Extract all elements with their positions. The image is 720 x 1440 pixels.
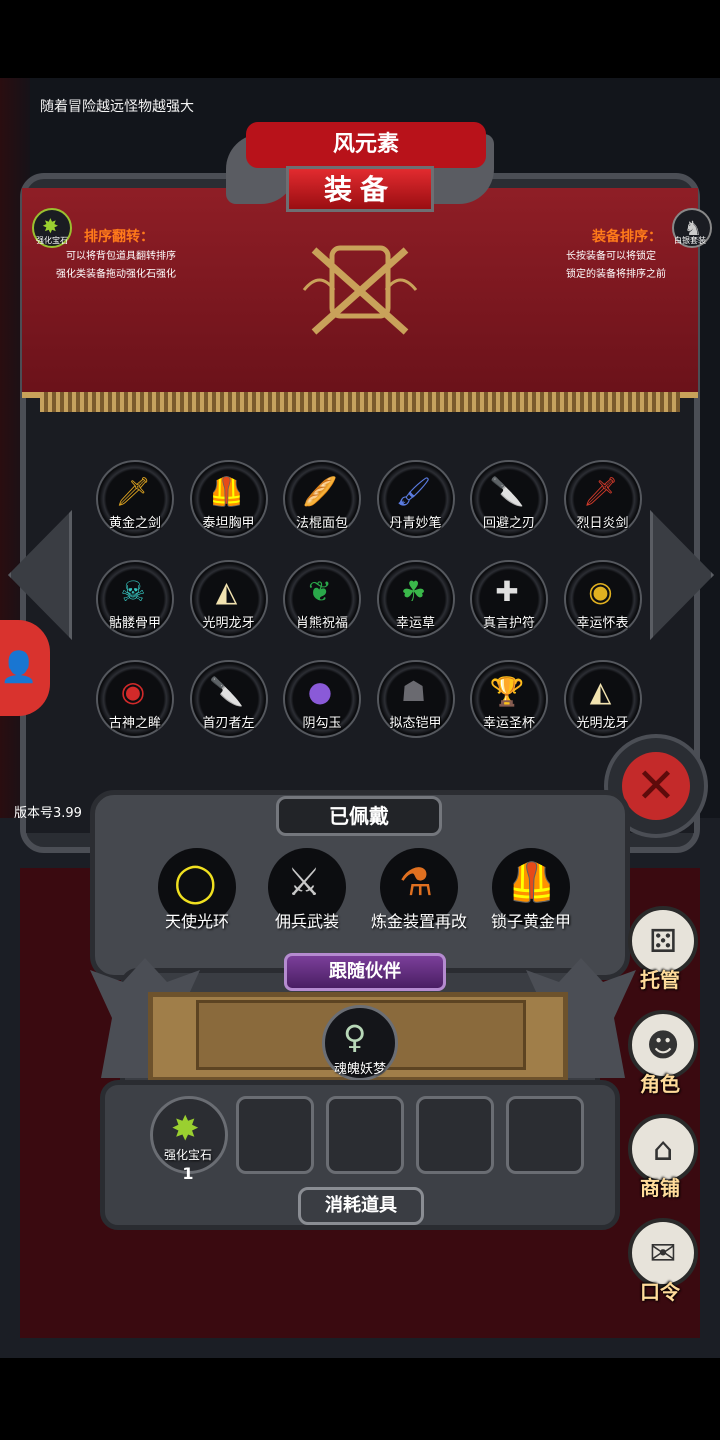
consumable-slot-1-count: 1 [182,1164,194,1183]
inventory-item-label: 光明龙牙 [576,716,629,731]
equipped-title: 已佩戴 [276,796,442,836]
inventory-item-label: 肖熊祝福 [295,616,348,631]
ancient-god-eye-icon: ◉ [120,675,146,708]
equip-sort-line1: 长按装备可以将锁定 [566,251,656,262]
inventory-item-label: 阴勾玉 [302,716,342,731]
consumable-slot-4[interactable] [416,1096,494,1174]
inventory-item-label: 幸运怀表 [576,616,629,631]
consumable-slot-5[interactable] [506,1096,584,1174]
version-label: 版本号3.99 [14,806,82,821]
inventory-item-label: 幸运草 [395,616,435,631]
silver-set-corner-label: 白银套装 [674,236,706,245]
user-avatar-button[interactable]: 👤 [0,620,50,716]
inventory-item-light-dragon-fang[interactable]: ◭ 光明龙牙 [189,560,268,638]
inventory-item-label: 烈日炎剑 [576,516,629,531]
inventory-item-yin-magatama[interactable]: ● 阴勾玉 [283,660,361,738]
equipped-item-alchemy-device[interactable]: ⚗ 炼金装置再改 [371,848,467,938]
inventory-item-label: 回避之刃 [482,516,535,531]
inventory-item-light-dragon-fang[interactable]: ◭ 光明龙牙 [563,660,642,738]
inventory-item-label: 黄金之剑 [108,516,161,531]
equipped-item-label: 炼金装置再改 [370,912,467,931]
lucky-clover-icon: ☘ [400,575,427,608]
equip-sort-title[interactable]: 装备排序： [592,226,662,246]
inventory-item-ancient-god-eye[interactable]: ◉ 古神之眸 [96,660,174,738]
inventory-item-bear-blessing-amulet[interactable]: ❦ 肖熊祝福 [283,560,361,638]
inventory-item-label: 法棍面包 [295,516,348,531]
lucky-pocket-watch-icon: ◉ [588,575,613,608]
side-menu-label[interactable]: 商铺 [620,1172,700,1201]
skeleton-armor-icon: ☠ [120,575,146,608]
inventory-item-label: 骷髅骨甲 [108,616,161,631]
bear-blessing-amulet-icon: ❦ [308,575,332,608]
mimic-armor-icon: ☗ [400,675,427,708]
equipped-item-angel-halo[interactable]: ◯ 天使光环 [152,848,242,938]
inventory-item-baguette[interactable]: 🥖 法棍面包 [283,460,361,538]
inventory-item-skeleton-armor[interactable]: ☠ 骷髅骨甲 [96,560,174,638]
equipped-item-label: 佣兵武装 [274,912,339,931]
page-title: 装备 [286,166,434,212]
close-icon: ✕ [622,752,690,820]
inventory-item-label: 真言护符 [482,616,535,631]
inventory-item-lucky-clover[interactable]: ☘ 幸运草 [376,560,455,638]
consumable-slot-2[interactable] [236,1096,314,1174]
angel-halo-icon: ◯ [174,860,217,904]
lucky-chalice-icon: 🏆 [489,675,525,708]
inventory-item-label: 泰坦胸甲 [202,516,255,531]
inventory-item-truth-amulet[interactable]: ✚ 真言护符 [470,560,548,638]
hint-text: 随着冒险越远怪物越强大 [40,99,194,115]
equipped-item-mercenary-armor[interactable]: ⚔ 佣兵武装 [262,848,352,938]
consumable-slot-3[interactable] [326,1096,404,1174]
side-menu-label[interactable]: 角色 [620,1068,700,1097]
inventory-item-label: 首刃者左 [202,716,255,731]
sort-flip-line2: 强化类装备拖动强化石强化 [56,269,176,280]
sun-flame-sword-icon: 🗡 [582,475,619,508]
side-menu-label[interactable]: 口令 [620,1276,700,1305]
element-label: 风元素 [246,122,486,168]
truth-amulet-icon: ✚ [495,575,519,608]
alchemy-device-icon: ⚗ [398,860,434,904]
enhance-gem-corner-label: 强化宝石 [36,236,68,245]
enhance-gem-icon: ✸ [171,1109,200,1149]
sort-flip-line1: 可以将背包道具翻转排序 [66,251,176,262]
consumable-slot-1-label: 强化宝石 [163,1148,212,1162]
sort-flip-title[interactable]: 排序翻转： [84,226,154,246]
inventory-item-lucky-pocket-watch[interactable]: ◉ 幸运怀表 [563,560,642,638]
inventory-item-label: 古神之眸 [108,716,161,731]
inventory-item-first-blade-left[interactable]: 🔪 首刃者左 [189,660,268,738]
equip-sort-line2: 锁定的装备将排序之前 [566,269,666,280]
companion-name: 魂魄妖梦 [333,1062,386,1077]
baguette-icon: 🥖 [302,475,338,508]
inventory-item-label: 幸运圣杯 [482,716,535,731]
inventory-item-evasion-blade[interactable]: 🔪 回避之刃 [470,460,548,538]
golden-sword-icon: 🗡 [115,475,151,508]
equipped-item-golden-chainmail[interactable]: 🦺 锁子黄金甲 [486,848,576,938]
inventory-item-titan-chestplate[interactable]: 🦺 泰坦胸甲 [189,460,268,538]
inventory-item-sun-flame-sword[interactable]: 🗡 烈日炎剑 [563,460,642,538]
side-menu-label[interactable]: 托管 [620,964,700,993]
light-dragon-fang-icon: ◭ [215,575,238,608]
inventory-item-label: 拟态铠甲 [389,716,442,731]
first-blade-left-icon: 🔪 [209,675,244,708]
user-icon: 👤 [0,650,38,685]
evasion-blade-icon: 🔪 [489,475,525,508]
magic-brush-icon: 🖌 [395,475,432,508]
equipped-item-label: 锁子黄金甲 [490,912,571,931]
light-dragon-fang-icon: ◭ [589,675,612,708]
yin-magatama-icon: ● [307,675,333,708]
crossed-swords-emblem [302,245,418,335]
inventory-item-label: 丹青妙笔 [389,516,442,531]
inventory-item-magic-brush[interactable]: 🖌 丹青妙笔 [376,460,455,538]
companion-sprite-icon: ♀ [343,1018,367,1056]
inventory-item-mimic-armor[interactable]: ☗ 拟态铠甲 [376,660,455,738]
banner-fringe [40,392,680,412]
inventory-item-label: 光明龙牙 [202,616,255,631]
inventory-item-golden-sword[interactable]: 🗡 黄金之剑 [96,460,174,538]
inventory-item-lucky-chalice[interactable]: 🏆 幸运圣杯 [470,660,548,738]
golden-chainmail-icon: 🦺 [508,860,556,904]
game-screen: 随着冒险越远怪物越强大 风元素 装备 ✸ 强化宝石 ♞ 白银套装 排序翻转： 可… [0,78,720,1358]
titan-chestplate-icon: 🦺 [209,475,244,508]
consumables-title: 消耗道具 [298,1187,424,1225]
mercenary-armor-icon: ⚔ [286,860,322,904]
follow-companion-title: 跟随伙伴 [284,953,446,991]
